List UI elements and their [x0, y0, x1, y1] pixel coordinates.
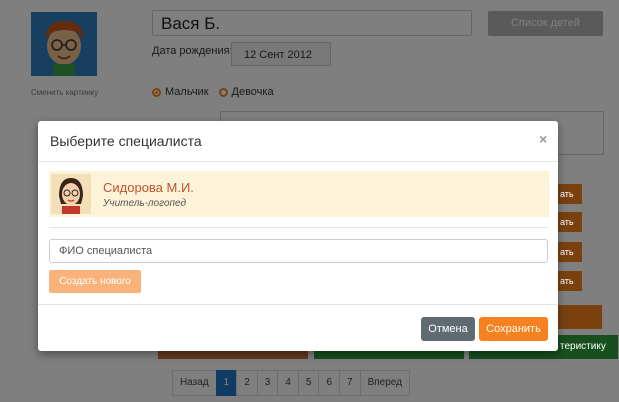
create-new-specialist-button[interactable]: Создать нового	[49, 270, 141, 293]
specialist-role: Учитель-логопед	[103, 198, 186, 209]
specialist-name: Сидорова М.И.	[103, 180, 194, 195]
side-button-text-4: ать	[560, 276, 574, 286]
woman-face-icon	[51, 174, 91, 214]
modal-divider	[49, 227, 549, 228]
modal-footer-divider	[38, 304, 558, 305]
close-icon[interactable]: ×	[539, 131, 547, 147]
save-button[interactable]: Сохранить	[479, 317, 548, 341]
characteristic-button-text: теристику	[560, 341, 606, 352]
child-profile-page: Сменить картинку Вася Б. Список детей Да…	[0, 0, 619, 402]
specialist-avatar	[51, 174, 91, 214]
specialist-list-item[interactable]: Сидорова М.И. Учитель-логопед	[49, 171, 549, 217]
select-specialist-modal: Выберите специалиста × Сидорова М.И. Учи…	[38, 121, 558, 351]
specialist-fio-input[interactable]: ФИО специалиста	[49, 239, 548, 263]
side-button-text-2: ать	[560, 217, 574, 227]
cancel-button[interactable]: Отмена	[421, 317, 475, 341]
side-button-text-3: ать	[560, 247, 574, 257]
side-button-text-1: ать	[560, 189, 574, 199]
modal-title: Выберите специалиста	[50, 133, 202, 149]
modal-header: Выберите специалиста ×	[38, 121, 558, 162]
